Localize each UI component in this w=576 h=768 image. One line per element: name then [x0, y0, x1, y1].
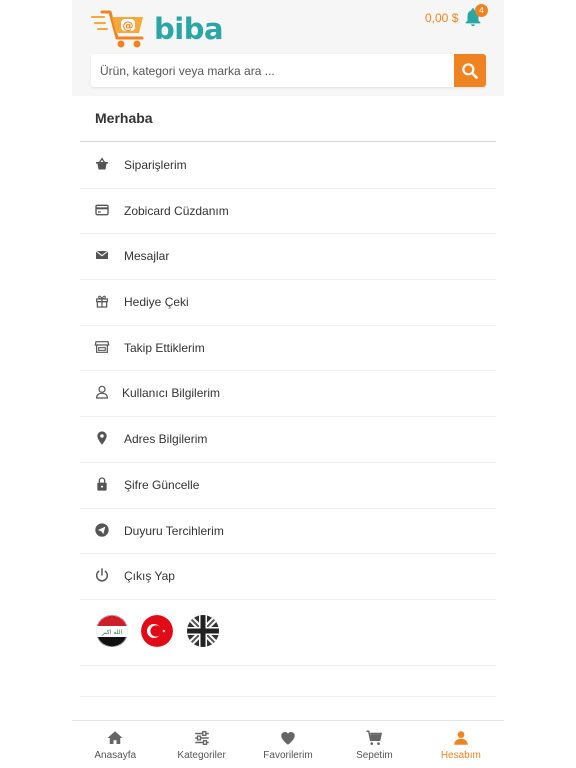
- language-selector: الله اكبر: [80, 600, 496, 666]
- app-shell: @ biba 0,00 $ 4 Merhaba: [72, 0, 504, 768]
- user-icon: [454, 731, 468, 745]
- cart-total[interactable]: 0,00 $: [425, 11, 458, 25]
- nav-account[interactable]: Hesabım: [418, 721, 504, 768]
- nav-favorites[interactable]: Favorilerim: [245, 721, 331, 768]
- svg-text:الله اكبر: الله اكبر: [101, 629, 123, 636]
- cart-icon: [366, 730, 383, 745]
- menu-item-user-info[interactable]: Kullanıcı Bilgilerim: [80, 371, 496, 418]
- menu-item-label: Siparişlerim: [124, 158, 187, 172]
- gift-icon: [96, 295, 108, 308]
- logo[interactable]: @ biba: [90, 8, 230, 50]
- nav-cart[interactable]: Sepetim: [331, 721, 417, 768]
- nav-categories[interactable]: Kategoriler: [158, 721, 244, 768]
- brand-name: biba: [154, 12, 224, 46]
- header: @ biba 0,00 $ 4: [72, 0, 504, 96]
- store-icon: [94, 340, 110, 353]
- menu-item-messages[interactable]: Mesajlar: [80, 234, 496, 281]
- menu-item-label: Adres Bilgilerim: [124, 432, 208, 447]
- svg-text:@: @: [123, 19, 134, 32]
- notification-badge: 4: [475, 4, 488, 17]
- bottom-nav: Anasayfa Kategoriler Favorilerim Sepetim…: [72, 720, 504, 768]
- nav-label: Kategoriler: [177, 750, 226, 761]
- search-icon: [462, 62, 478, 79]
- menu-item-logout[interactable]: Çıkış Yap: [80, 554, 496, 600]
- nav-label: Favorilerim: [263, 750, 313, 761]
- nav-home[interactable]: Anasayfa: [72, 721, 158, 768]
- menu-item-followed[interactable]: Takip Ettiklerim: [80, 326, 496, 372]
- divider: [80, 666, 496, 697]
- menu-item-label: Zobicard Cüzdanım: [124, 203, 229, 218]
- envelope-icon: [95, 250, 109, 260]
- nav-label: Sepetim: [356, 750, 393, 761]
- menu-item-password[interactable]: Şifre Güncelle: [80, 463, 496, 509]
- search-button[interactable]: [454, 54, 486, 87]
- send-icon: [95, 522, 109, 537]
- heart-icon: [281, 732, 295, 745]
- basket-icon: [96, 157, 108, 170]
- nav-label: Anasayfa: [94, 750, 137, 761]
- iraq-flag-icon[interactable]: الله اكبر: [96, 615, 128, 647]
- location-pin-icon: [97, 431, 107, 445]
- lock-icon: [97, 477, 107, 491]
- home-icon: [107, 731, 123, 744]
- menu-item-label: Mesajlar: [124, 249, 170, 264]
- menu-item-orders[interactable]: Siparişlerim: [80, 143, 496, 189]
- turkey-flag-icon[interactable]: [141, 615, 173, 647]
- search-input[interactable]: [91, 54, 455, 87]
- menu-item-label: Şifre Güncelle: [124, 477, 200, 492]
- search-bar: [91, 54, 486, 87]
- menu-item-gift-card[interactable]: Hediye Çeki: [80, 280, 496, 326]
- cart-logo-icon: @: [91, 10, 144, 48]
- menu-item-label: Takip Ettiklerim: [124, 340, 205, 355]
- power-icon: [96, 568, 108, 582]
- menu-item-label: Hediye Çeki: [124, 295, 189, 310]
- divider: [80, 141, 496, 142]
- uk-flag-icon[interactable]: [187, 615, 219, 647]
- menu-item-label: Kullanıcı Bilgilerim: [122, 386, 221, 401]
- sliders-icon: [194, 730, 209, 746]
- menu-item-wallet[interactable]: Zobicard Cüzdanım: [80, 189, 496, 235]
- menu-item-notifications[interactable]: Duyuru Tercihlerim: [80, 509, 496, 555]
- user-icon: [96, 386, 108, 400]
- menu-item-label: Duyuru Tercihlerim: [124, 523, 224, 538]
- menu-item-label: Çıkış Yap: [124, 569, 175, 584]
- menu-item-addresses[interactable]: Adres Bilgilerim: [80, 417, 496, 463]
- account-menu: Siparişlerim Zobicard Cüzdanım Mesajlar: [80, 143, 496, 600]
- greeting-title: Merhaba: [95, 110, 153, 126]
- credit-card-icon: [95, 204, 109, 216]
- nav-label: Hesabım: [440, 750, 481, 761]
